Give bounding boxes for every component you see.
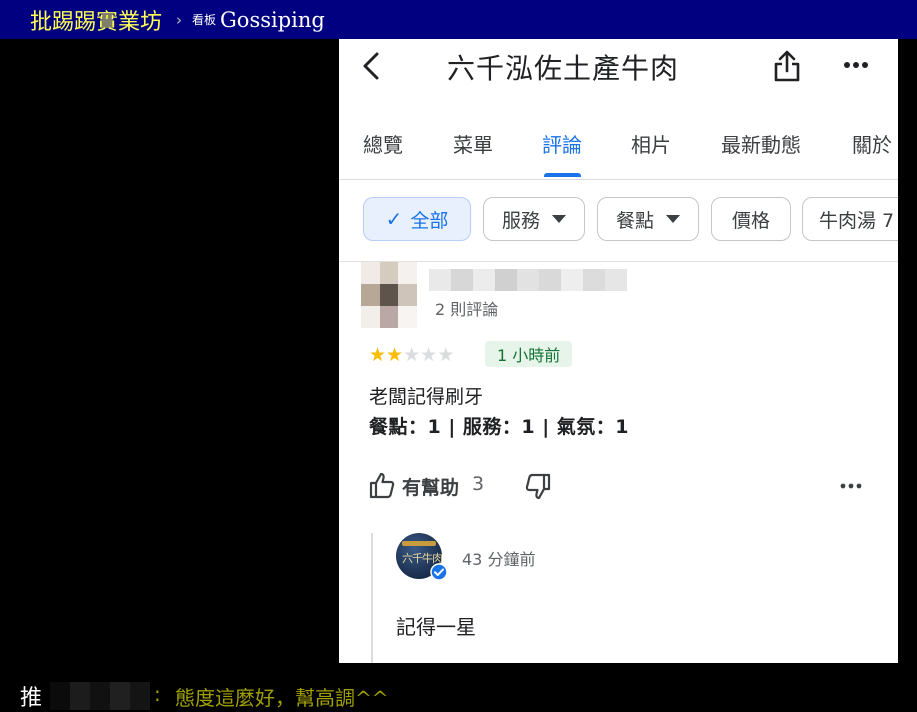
chip-price[interactable]: 價格 (711, 197, 791, 241)
chip-all[interactable]: ✓ 全部 (363, 197, 471, 241)
chip-food[interactable]: 餐點 (597, 197, 699, 241)
push-comment: 推 : 態度這麼好，幫高調^^ (0, 680, 917, 711)
star-icon: ★ (420, 344, 438, 366)
reviewer-avatar-blurred[interactable] (361, 262, 417, 328)
push-tag: 推 (20, 686, 43, 711)
logo-bar (402, 541, 436, 546)
board-name-link[interactable]: Gossiping (220, 8, 325, 32)
star-icon: ★ (369, 344, 387, 366)
maps-topbar: 六千泓佐土產牛肉 (339, 39, 898, 99)
push-colon: : (154, 682, 161, 706)
star-rating: ★ ★ ★ ★ ★ (369, 344, 454, 366)
star-icon: ★ (403, 344, 421, 366)
chip-all-label: 全部 (410, 209, 449, 232)
chip-price-label: 價格 (731, 209, 770, 232)
review-filter-chips: ✓ 全部 服務 餐點 價格 牛肉湯 7 (339, 195, 898, 245)
check-icon: ✓ (385, 207, 403, 231)
reply-thread-line (371, 533, 373, 663)
chip-food-label: 餐點 (615, 209, 654, 232)
divider (339, 261, 898, 262)
tab-overview[interactable]: 總覽 (363, 129, 403, 158)
helpful-count: 3 (472, 473, 485, 495)
chip-service[interactable]: 服務 (483, 197, 585, 241)
review-text: 老闆記得刷牙 (369, 386, 484, 408)
push-content: 態度這麼好，幫高調^^ (175, 686, 389, 710)
owner-avatar[interactable]: 六千牛肉 (396, 533, 448, 581)
tab-photos[interactable]: 相片 (631, 129, 671, 158)
chevron-down-icon (666, 215, 680, 223)
board-label: 看板 (192, 13, 217, 27)
star-icon: ★ (386, 344, 404, 366)
breadcrumb-separator: › (176, 10, 183, 29)
reply-text: 記得一星 (396, 615, 476, 639)
reviewer-name-blurred[interactable] (429, 269, 627, 291)
review-more-icon[interactable] (839, 479, 863, 493)
review-time-badge: 1 小時前 (485, 341, 573, 367)
ptt-site-name[interactable]: 批踢踢實業坊 (30, 4, 162, 36)
place-title: 六千泓佐土產牛肉 (447, 52, 680, 85)
chip-beef-soup[interactable]: 牛肉湯 7 (802, 197, 898, 241)
more-options-icon[interactable] (842, 55, 870, 75)
tab-updates[interactable]: 最新動態 (721, 129, 801, 158)
tab-about[interactable]: 關於 (852, 129, 892, 158)
chevron-down-icon (552, 215, 566, 223)
push-user-id-blurred (50, 682, 150, 710)
maps-screenshot: 六千泓佐土產牛肉 總覽 菜單 評論 相片 最新動態 關於 ✓ 全部 服務 餐點 (339, 39, 898, 663)
thumbs-up-icon[interactable] (369, 471, 395, 499)
thumbs-down-icon[interactable] (525, 473, 551, 501)
reply-time: 43 分鐘前 (462, 550, 536, 569)
review-sub-ratings: 餐點：1 | 服務：1 | 氣氛：1 (369, 416, 629, 438)
ptt-header: 批踢踢實業坊 › 看板 Gossiping (0, 0, 917, 39)
tab-reviews[interactable]: 評論 (542, 129, 582, 158)
chip-beef-soup-label: 牛肉湯 7 (819, 209, 895, 232)
star-icon: ★ (437, 344, 455, 366)
verified-badge-icon (430, 563, 448, 581)
active-tab-indicator (544, 173, 581, 177)
helpful-button[interactable]: 有幫助 (402, 473, 459, 500)
back-arrow-icon[interactable] (359, 51, 383, 81)
review-actions: 有幫助 3 (369, 471, 869, 501)
place-tabs: 總覽 菜單 評論 相片 最新動態 關於 (339, 99, 898, 180)
chip-service-label: 服務 (501, 209, 540, 232)
tab-menu[interactable]: 菜單 (453, 129, 493, 158)
reviewer-review-count: 2 則評論 (435, 300, 499, 319)
share-icon[interactable] (773, 49, 801, 83)
